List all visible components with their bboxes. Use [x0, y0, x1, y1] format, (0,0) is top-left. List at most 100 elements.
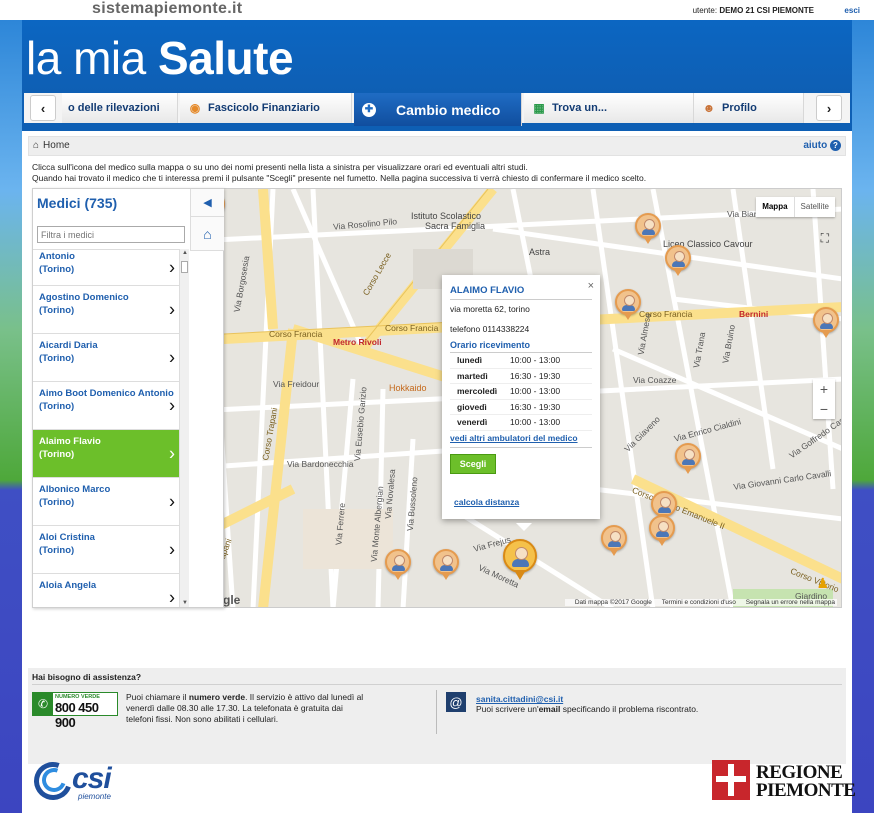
doctor-item-city: (Torino)	[39, 353, 75, 364]
tab-label: Profilo	[722, 102, 757, 114]
doctor-marker[interactable]	[615, 289, 641, 323]
doctor-name: ALAIMO FLAVIO	[450, 285, 592, 300]
list-item[interactable]: Agostino Domenico (Torino) ›	[33, 286, 179, 334]
scrollbar-thumb[interactable]	[181, 261, 188, 273]
site-logo[interactable]: sistemapiemonte.it	[92, 0, 242, 18]
doctor-list-panel: Medici (735) ◀ ⌂ Antonio (Torino) › Agosti…	[32, 188, 224, 608]
doctor-item-name: Antonio	[39, 251, 75, 262]
tab-label: Cambio medico	[396, 102, 501, 118]
list-item[interactable]: Aimo Boot Domenico Antonio (Torino) ›	[33, 382, 179, 430]
doctor-marker[interactable]	[385, 549, 411, 583]
piemonte-label: PIEMONTE	[756, 780, 856, 801]
home-map-button[interactable]: ⌂	[190, 217, 224, 251]
map-report-link[interactable]: Segnala un errore nella mappa	[746, 599, 835, 606]
collapse-panel-button[interactable]: ◀	[190, 189, 224, 217]
map-footer: Dati mappa ©2017 Google Termini e condiz…	[564, 599, 837, 606]
map-terms-link[interactable]: Termini e condizioni d'uso	[662, 599, 736, 606]
selected-doctor-marker[interactable]	[503, 539, 537, 583]
schedule-day: mercoledì	[457, 386, 498, 397]
zoom-in-button[interactable]: +	[813, 379, 835, 399]
tabs-prev-button[interactable]: ‹	[30, 95, 56, 121]
chevron-left-icon: ‹	[40, 100, 46, 116]
text-part: Puoi scrivere un'	[476, 704, 539, 714]
fullscreen-icon[interactable]: ⛶	[821, 231, 829, 246]
tab-trova-un[interactable]: ▦ Trova un...	[524, 93, 694, 123]
text-part: specificando il problema riscontrato.	[560, 704, 699, 714]
map-label: Via Freidour	[273, 379, 320, 389]
toll-free-text: Puoi chiamare il numero verde. Il serviz…	[126, 692, 370, 725]
schedule-day: venerdì	[457, 417, 488, 428]
email-link[interactable]: sanita.cittadini@csi.it	[476, 694, 563, 704]
tab-rilevazioni[interactable]: o delle rilevazioni	[62, 93, 178, 123]
zoom-out-button[interactable]: −	[813, 399, 835, 419]
other-clinics-link[interactable]: vedi altri ambulatori del medico	[450, 433, 592, 448]
list-item[interactable]: Aloi Cristina (Torino) ›	[33, 526, 179, 574]
doctor-address: via moretta 62, torino	[450, 304, 530, 314]
calculate-distance-link[interactable]: calcola distanza	[454, 497, 519, 507]
doctor-item-city: (Torino)	[39, 264, 75, 275]
text-bold: numero verde	[188, 692, 246, 702]
list-item[interactable]: Albonico Marco (Torino) ›	[33, 478, 179, 526]
divider	[32, 684, 842, 685]
list-scrollbar[interactable]: ▲ ▼	[179, 249, 189, 607]
tab-cambio-medico[interactable]: ✚ Cambio medico	[354, 93, 522, 127]
filter-input[interactable]	[37, 226, 185, 243]
tab-fascicolo-finanziario[interactable]: ◉ Fascicolo Finanziario	[180, 93, 352, 123]
close-icon[interactable]: ×	[588, 280, 594, 292]
schedule-hours: 10:00 - 13:00	[510, 386, 561, 397]
doctor-marker[interactable]	[635, 213, 661, 247]
regione-piemonte-logo[interactable]: REGIONE PIEMONTE	[712, 760, 856, 802]
map-type-satellite[interactable]: Satellite	[793, 197, 835, 217]
piemonte-shield-icon	[712, 760, 750, 800]
doctor-item-name: Aimo Boot Domenico Antonio	[39, 388, 174, 399]
tab-label: Trova un...	[552, 102, 608, 114]
text-bold: email	[538, 704, 561, 714]
doctor-marker[interactable]	[601, 525, 627, 559]
chevron-right-icon: ›	[169, 347, 175, 367]
csi-logo[interactable]: csi piemonte	[27, 755, 134, 807]
list-item-selected[interactable]: Alaimo Flavio (Torino) ›	[33, 430, 179, 478]
instructions: Clicca sull'icona del medico sulla mappa…	[32, 162, 646, 184]
list-item[interactable]: Aicardi Daria (Torino) ›	[33, 334, 179, 382]
scroll-up-icon[interactable]: ▲	[182, 250, 188, 256]
doctor-marker[interactable]	[675, 443, 701, 477]
map-type-control: Mappa Satellite	[756, 197, 835, 217]
toll-free-badge: ✆ NUMERO VERDE 800 450 900	[32, 692, 118, 730]
doctor-marker[interactable]	[433, 549, 459, 583]
tabs-next-button[interactable]: ›	[816, 95, 842, 121]
metro-label: Bernini	[739, 309, 769, 319]
choose-button[interactable]: Scegli	[450, 453, 496, 474]
scroll-down-icon[interactable]: ▼	[182, 600, 188, 606]
instructions-line2: Quando hai trovato il medico che ti inte…	[32, 173, 647, 183]
doctor-marker[interactable]	[649, 515, 675, 549]
brand-logo[interactable]: la mia Salute	[26, 32, 294, 84]
divider	[22, 126, 852, 131]
schedule-day: giovedì	[457, 401, 487, 412]
doctor-marker[interactable]	[665, 245, 691, 279]
help-link[interactable]: aiuto ?	[803, 140, 841, 151]
doctor-marker[interactable]	[813, 307, 839, 341]
map-type-map[interactable]: Mappa	[756, 197, 793, 217]
divider	[436, 690, 437, 734]
help-icon: ?	[830, 140, 841, 151]
list-item[interactable]: Antonio (Torino) ›	[33, 250, 179, 286]
breadcrumb-home[interactable]: ⌂ Home	[33, 140, 70, 151]
doctor-list-title: Medici (735)	[37, 195, 118, 211]
tabs: ‹ o delle rilevazioni ◉ Fascicolo Finanz…	[24, 93, 850, 127]
tab-label: Fascicolo Finanziario	[208, 102, 320, 114]
map-label: Astra	[529, 247, 551, 257]
logout-link[interactable]: esci	[844, 6, 860, 15]
schedule-hours: 10:00 - 13:00	[510, 417, 561, 428]
assistance-title: Hai bisogno di assistenza?	[32, 672, 142, 682]
pegman-icon[interactable]: ♟	[816, 575, 829, 592]
list-item[interactable]: Aloia Angela ›	[33, 574, 179, 607]
doctor-icon: ✚	[362, 103, 376, 117]
chevron-right-icon: ›	[826, 100, 832, 116]
email-icon: @	[446, 692, 466, 712]
tab-profilo[interactable]: ☻ Profilo	[694, 93, 804, 123]
chevron-right-icon: ›	[169, 491, 175, 511]
instructions-line1: Clicca sull'icona del medico sulla mappa…	[32, 162, 528, 172]
map-label: Corso Francia	[385, 323, 439, 333]
doctor-item-city: (Torino)	[39, 545, 75, 556]
schedule-title: Orario ricevimento	[450, 340, 592, 353]
